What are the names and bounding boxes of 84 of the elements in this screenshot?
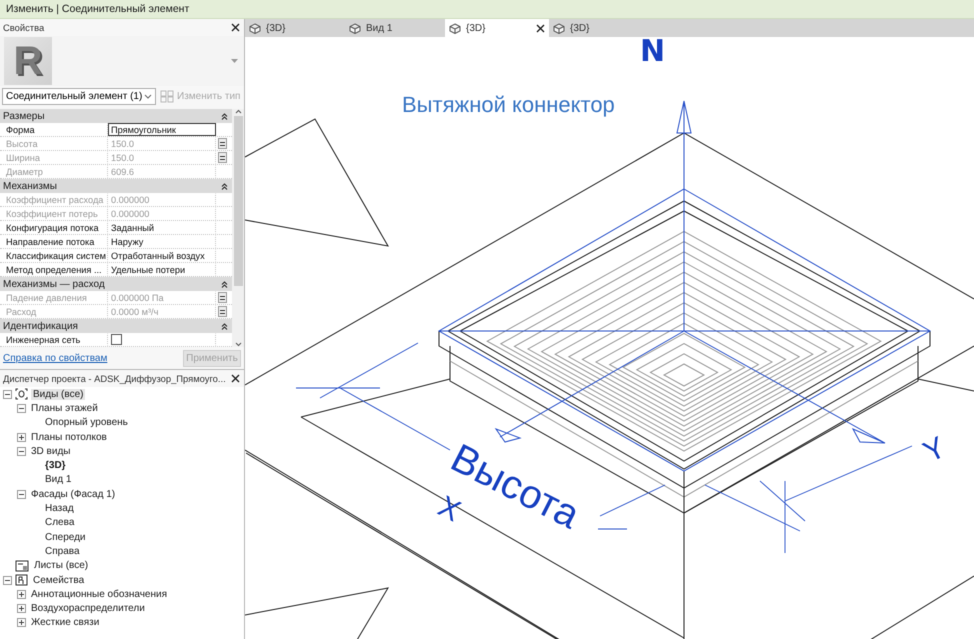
associate-parameter-button[interactable] [218, 138, 226, 149]
tree-item[interactable]: Листы (все) [32, 560, 90, 572]
expand-toggle-icon[interactable] [17, 432, 26, 442]
tree-item[interactable]: 3D виды [29, 446, 72, 457]
view-tab[interactable]: {3D} [549, 19, 649, 37]
panel-title: Свойства [3, 22, 44, 33]
associate-parameter-button[interactable] [218, 306, 226, 317]
collapse-group-icon[interactable] [221, 112, 228, 120]
help-link[interactable]: Справка по свойствам [3, 352, 108, 364]
property-value[interactable]: Удельные потери [108, 263, 216, 276]
axis-label: Y [918, 430, 951, 470]
property-group-header[interactable]: Идентификация [0, 319, 232, 333]
scrollbar[interactable] [232, 109, 244, 347]
expand-toggle-icon[interactable] [17, 604, 26, 614]
view-frame-icon [15, 388, 28, 400]
tree-item[interactable]: Назад [43, 503, 76, 514]
type-selector-dropdown[interactable]: Соединительный элемент (1) [2, 88, 156, 104]
associate-parameter-button[interactable] [218, 152, 226, 163]
cube-icon [249, 22, 261, 34]
property-label: Классификация систем [0, 249, 108, 262]
scroll-down-icon[interactable] [234, 342, 242, 347]
cube-icon [349, 22, 361, 34]
property-label: Инженерная сеть [0, 333, 108, 346]
collapse-toggle-icon[interactable] [3, 576, 12, 584]
property-group-header[interactable]: Механизмы [0, 179, 232, 193]
property-group-header[interactable]: Механизмы — расход [0, 277, 232, 291]
tree-item[interactable]: Виды (все) [31, 388, 86, 400]
property-label: Высота [0, 137, 108, 150]
tree-item[interactable]: Семейства [31, 574, 86, 586]
tree-item[interactable]: Спереди [43, 532, 88, 543]
property-label: Направление потока [0, 235, 108, 248]
tree-item[interactable]: Жесткие связи [29, 617, 102, 628]
collapse-toggle-icon[interactable] [17, 490, 26, 499]
type-grid-icon [160, 90, 174, 102]
collapse-group-icon[interactable] [221, 280, 228, 288]
close-icon[interactable] [536, 24, 545, 32]
collapse-toggle-icon[interactable] [17, 446, 26, 456]
tree-item[interactable]: Воздухораспределители [29, 603, 147, 614]
sheet-icon [15, 560, 29, 572]
collapse-toggle-icon[interactable] [17, 404, 26, 413]
tree-item[interactable]: Аннотационные обозначения [29, 588, 170, 600]
connector-label: Вытяжной коннектор [402, 92, 615, 117]
north-label: N [640, 37, 666, 69]
type-preview-logo: R [4, 37, 52, 85]
context-bar: Изменить | Соединительный элемент [0, 0, 974, 19]
collapse-group-icon[interactable] [221, 322, 228, 330]
chevron-down-icon [144, 94, 152, 98]
property-label: Коэффициент расхода [0, 193, 108, 206]
view-tab[interactable]: {3D} [445, 19, 549, 37]
property-input-field[interactable]: Прямоугольник [108, 123, 216, 136]
collapse-toggle-icon[interactable] [3, 390, 12, 399]
dropdown-caret-icon[interactable] [231, 59, 238, 63]
property-label: Метод определения ... [0, 263, 108, 276]
tree-item[interactable]: {3D} [43, 460, 68, 472]
property-group-header[interactable]: Размеры [0, 109, 232, 123]
property-value[interactable]: Отработанный воздух [108, 249, 216, 262]
tree-item[interactable]: Планы этажей [29, 402, 100, 414]
collapse-group-icon[interactable] [221, 182, 228, 190]
cube-icon [553, 22, 565, 34]
property-label: Форма [0, 123, 108, 136]
tree-item[interactable]: Планы потолков [29, 432, 109, 443]
associate-parameter-button[interactable] [218, 292, 226, 303]
checkbox[interactable] [111, 334, 122, 345]
property-label: Конфигурация потока [0, 221, 108, 234]
expand-toggle-icon[interactable] [17, 618, 26, 628]
family-icon [15, 574, 28, 586]
property-label: Падение давления [0, 291, 108, 304]
tree-item[interactable]: Опорный уровень [43, 417, 130, 428]
tree-item[interactable]: Вид 1 [43, 474, 74, 486]
tree-item[interactable]: Справа [43, 546, 82, 557]
cube-icon [449, 22, 461, 34]
view-tab[interactable]: {3D} [245, 19, 345, 37]
expand-toggle-icon[interactable] [17, 590, 26, 599]
panel-title: Диспетчер проекта - ADSK_Диффузор_Прямоуго... [3, 373, 226, 384]
view-tab[interactable]: Вид 1 [345, 19, 445, 37]
tree-item[interactable]: Фасады (Фасад 1) [29, 488, 118, 500]
property-label: Диаметр [0, 165, 108, 178]
property-label: Ширина [0, 151, 108, 164]
scroll-up-icon[interactable] [234, 109, 242, 114]
property-value[interactable]: Заданный [108, 221, 216, 234]
property-value[interactable]: Наружу [108, 235, 216, 248]
tree-item[interactable]: Слева [43, 517, 76, 528]
property-label: Коэффициент потерь [0, 207, 108, 220]
property-label: Расход [0, 305, 108, 318]
